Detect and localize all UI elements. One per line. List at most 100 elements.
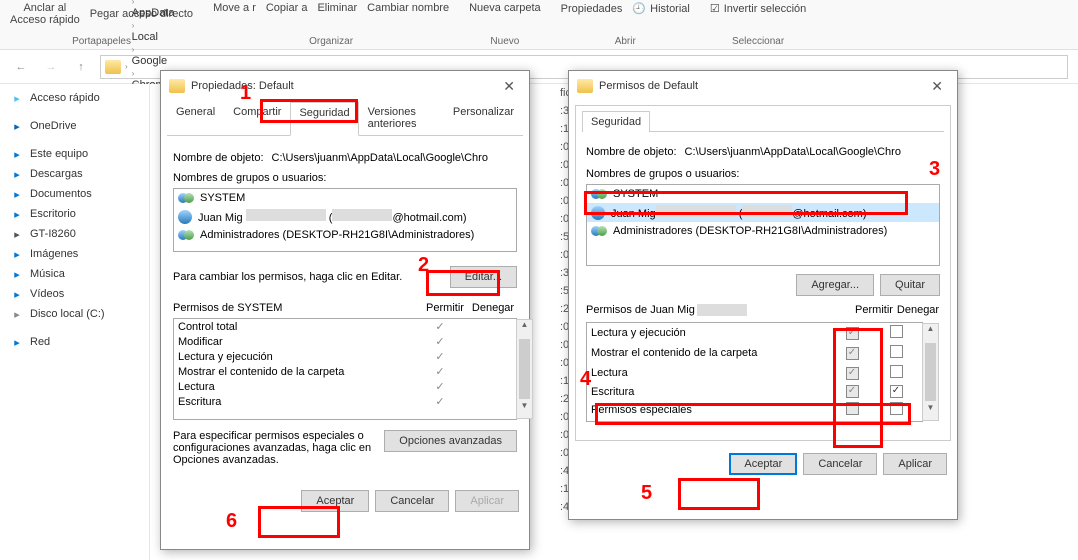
sidebar-item[interactable]: ▸Imágenes (0, 244, 149, 264)
deny-checkbox[interactable] (890, 385, 903, 398)
user-list-item[interactable]: Juan Mig (@hotmail.com) (587, 203, 939, 222)
allow-check-icon: ✓ (416, 320, 464, 333)
users-listbox[interactable]: SYSTEMJuan Mig (@hotmail.com)Administrad… (586, 184, 940, 266)
quitar-button[interactable]: Quitar (880, 274, 940, 296)
rb-invertir[interactable]: ☑Invertir selección (710, 2, 806, 15)
user-icon (178, 210, 192, 224)
chevron-right-icon[interactable]: › (132, 21, 135, 30)
perm-row: Lectura✓ (174, 379, 516, 394)
cancelar-button[interactable]: Cancelar (375, 490, 449, 512)
sidebar-item[interactable]: ▸Red (0, 332, 149, 352)
sidebar-item-icon: ▸ (10, 287, 24, 301)
aplicar-button[interactable]: Aplicar (455, 490, 519, 512)
sidebar-item[interactable]: ▸GT-I8260 (0, 224, 149, 244)
chevron-right-icon[interactable]: › (132, 45, 135, 54)
sidebar-item-icon: ▸ (10, 91, 24, 105)
aplicar-button[interactable]: Aplicar (883, 453, 947, 475)
sidebar-item[interactable]: ▸Descargas (0, 164, 149, 184)
aceptar-button[interactable]: Aceptar (729, 453, 797, 475)
tab-general[interactable]: General (167, 101, 224, 135)
crumb[interactable]: Google (132, 55, 274, 67)
sidebar-item[interactable]: ▸Documentos (0, 184, 149, 204)
user-list-item[interactable]: SYSTEM (174, 189, 516, 207)
rb-renombrar[interactable]: Cambiar nombre (367, 2, 449, 14)
permissions-table[interactable]: ▲ ▼ Lectura y ejecuciónMostrar el conten… (586, 322, 923, 422)
dialog-titlebar[interactable]: Propiedades: Default ✕ (161, 71, 529, 101)
chevron-right-icon[interactable]: › (132, 0, 135, 6)
crumb[interactable]: AppData (132, 7, 274, 19)
allow-checkbox[interactable] (846, 385, 859, 398)
users-icon (591, 187, 607, 201)
tab-personalizar[interactable]: Personalizar (444, 101, 523, 135)
sidebar-item-label: GT-I8260 (30, 228, 76, 240)
user-name-label: Administradores (DESKTOP-RH21G8I\Adminis… (200, 229, 474, 241)
crumb[interactable]: Local (132, 31, 274, 43)
allow-checkbox[interactable] (846, 402, 859, 415)
chevron-right-icon[interactable]: › (132, 69, 135, 78)
user-icon (591, 206, 605, 220)
allow-check-icon: ✓ (416, 380, 464, 393)
object-name-value: C:\Users\juanm\AppData\Local\Google\Chro (685, 146, 901, 158)
perm-row: Mostrar el contenido de la carpeta✓ (174, 364, 516, 379)
rb-grp-abrir: Abrir (615, 36, 636, 47)
nav-fwd-icon[interactable]: → (40, 56, 62, 78)
perms-label: Permisos de Juan Mig (586, 304, 852, 316)
rb-nueva-carpeta[interactable]: Nueva carpeta (469, 2, 541, 14)
aceptar-button[interactable]: Aceptar (301, 490, 369, 512)
nav-up-icon[interactable]: ↑ (70, 56, 92, 78)
agregar-button[interactable]: Agregar... (796, 274, 874, 296)
tab-compartir[interactable]: Compartir (224, 101, 290, 135)
user-list-item[interactable]: Administradores (DESKTOP-RH21G8I\Adminis… (174, 226, 516, 244)
sidebar-item[interactable]: ▸Disco local (C:) (0, 304, 149, 324)
scroll-down-icon[interactable]: ▼ (517, 401, 532, 418)
denegar-header: Denegar (896, 304, 940, 316)
rb-eliminar[interactable]: Eliminar (317, 2, 357, 14)
scrollbar[interactable]: ▲ ▼ (922, 323, 939, 421)
deny-checkbox[interactable] (890, 325, 903, 338)
editar-button[interactable]: Editar... (450, 266, 517, 288)
sidebar-item[interactable]: ▸Acceso rápido (0, 88, 149, 108)
allow-checkbox[interactable] (846, 327, 859, 340)
chevron-right-icon[interactable]: › (125, 62, 128, 71)
scroll-up-icon[interactable]: ▲ (517, 320, 532, 337)
sidebar-item[interactable]: ▸Escritorio (0, 204, 149, 224)
annotation-label-3: 3 (929, 158, 940, 181)
user-list-item[interactable]: Administradores (DESKTOP-RH21G8I\Adminis… (587, 222, 939, 240)
rb-anclar[interactable]: Anclar al Acceso rápido (10, 2, 80, 26)
scroll-thumb[interactable] (519, 339, 530, 399)
sidebar-item[interactable]: ▸Vídeos (0, 284, 149, 304)
deny-checkbox[interactable] (890, 345, 903, 358)
invert-icon: ☑ (710, 2, 720, 15)
users-icon (591, 224, 607, 238)
sidebar-item[interactable]: ▸Este equipo (0, 144, 149, 164)
allow-checkbox[interactable] (846, 347, 859, 360)
tabs: General Compartir Seguridad Versiones an… (167, 101, 523, 136)
opciones-avanzadas-button[interactable]: Opciones avanzadas (384, 430, 517, 452)
perm-name: Modificar (178, 336, 416, 348)
scrollbar[interactable]: ▲ ▼ (516, 319, 533, 419)
rb-historial[interactable]: 🕘Historial (632, 2, 689, 15)
scroll-thumb[interactable] (925, 343, 936, 401)
scroll-up-icon[interactable]: ▲ (923, 324, 938, 341)
close-icon[interactable]: ✕ (925, 78, 949, 95)
deny-checkbox[interactable] (890, 402, 903, 415)
sidebar-item-icon: ▸ (10, 167, 24, 181)
rb-propiedades[interactable]: Propiedades (561, 3, 623, 15)
allow-checkbox[interactable] (846, 367, 859, 380)
dialog-titlebar[interactable]: Permisos de Default ✕ (569, 71, 957, 101)
users-listbox[interactable]: SYSTEMJuan Mig (@hotmail.com) Administrad… (173, 188, 517, 252)
cancelar-button[interactable]: Cancelar (803, 453, 877, 475)
close-icon[interactable]: ✕ (497, 78, 521, 95)
tab-seguridad[interactable]: Seguridad (290, 102, 358, 136)
tab-versiones[interactable]: Versiones anteriores (359, 101, 444, 135)
sidebar-item[interactable]: ▸Música (0, 264, 149, 284)
tab-seguridad[interactable]: Seguridad (582, 111, 650, 132)
user-list-item[interactable]: Juan Mig (@hotmail.com) (174, 207, 516, 226)
permissions-table[interactable]: ▲ ▼ Control total✓Modificar✓Lectura y ej… (173, 318, 517, 420)
scroll-down-icon[interactable]: ▼ (923, 403, 938, 420)
sidebar-item[interactable]: ▸OneDrive (0, 116, 149, 136)
change-perms-text: Para cambiar los permisos, haga clic en … (173, 271, 442, 283)
user-list-item[interactable]: SYSTEM (587, 185, 939, 203)
nav-back-icon[interactable]: ← (10, 56, 32, 78)
deny-checkbox[interactable] (890, 365, 903, 378)
